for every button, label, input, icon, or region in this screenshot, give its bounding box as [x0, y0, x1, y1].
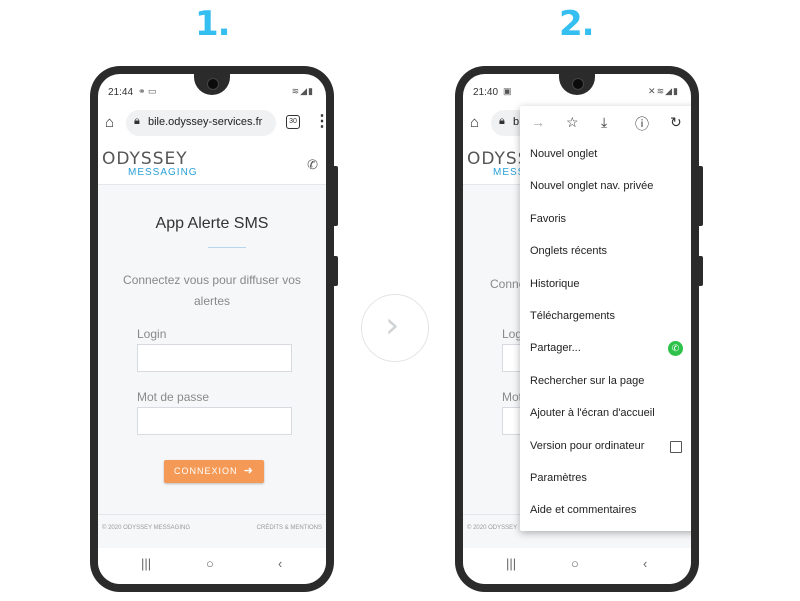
site-logo-sub: MESSAGING — [128, 167, 198, 178]
camera-icon — [207, 78, 219, 90]
star-icon[interactable]: ☆ — [566, 114, 579, 131]
menu-item-help[interactable]: Aide et commentaires — [530, 504, 636, 516]
url-text: bile.odyssey-services.fr — [148, 116, 263, 128]
phone-1-screen: 21:44 ⚭ ▭ ≋◢▮ ⌂ 🔒︎ bile.odyssey-services… — [98, 74, 326, 584]
status-icons: ▣ — [503, 86, 512, 96]
volume-button — [699, 256, 703, 286]
phone-1: 21:44 ⚭ ▭ ≋◢▮ ⌂ 🔒︎ bile.odyssey-services… — [90, 66, 338, 592]
android-nav-bar: ||| ○ ‹ — [98, 548, 326, 584]
site-logo[interactable]: ODYSSEY — [102, 149, 188, 169]
desktop-site-checkbox[interactable] — [670, 441, 682, 453]
tab-switcher-button[interactable]: 30 — [286, 115, 300, 129]
refresh-icon[interactable]: ↻ — [670, 114, 682, 131]
url-text: b — [513, 116, 520, 128]
camera-icon — [572, 78, 584, 90]
recent-apps-icon[interactable]: ||| — [506, 556, 516, 571]
address-bar[interactable]: 🔒︎ bile.odyssey-services.fr — [126, 110, 276, 136]
connexion-button[interactable]: CONNEXION ➜ — [164, 460, 264, 483]
sign-in-icon: ➜ — [243, 465, 254, 477]
menu-item-incognito-tab[interactable]: Nouvel onglet nav. privée — [530, 180, 653, 192]
power-button — [699, 166, 703, 226]
menu-item-history[interactable]: Historique — [530, 278, 580, 290]
site-header: ODYSSEY MESSAGING ✆ — [98, 144, 326, 185]
home-icon[interactable]: ⌂ — [105, 114, 114, 131]
login-panel: App Alerte SMS Connectez vous pour diffu… — [98, 185, 326, 514]
status-time: 21:44 — [108, 87, 134, 98]
volume-button — [334, 256, 338, 286]
back-icon[interactable]: ‹ — [643, 556, 647, 571]
menu-item-add-to-home[interactable]: Ajouter à l'écran d'accueil — [530, 407, 655, 419]
back-icon[interactable]: ‹ — [278, 556, 282, 571]
phone-2: 21:40 ▣ ✕≋◢▮ ⌂ 🔒︎ b ODYSSEY MESS Conne L… — [455, 66, 703, 592]
signal-battery-icons: ✕≋◢▮ — [648, 86, 679, 96]
connexion-label: CONNEXION — [174, 466, 238, 476]
menu-item-recent-tabs[interactable]: Onglets récents — [530, 245, 607, 257]
info-icon[interactable]: ⓘ — [635, 114, 649, 134]
home-nav-icon[interactable]: ○ — [571, 556, 579, 571]
menu-item-find-in-page[interactable]: Rechercher sur la page — [530, 375, 644, 387]
more-vert-icon[interactable]: ⋮ — [314, 111, 326, 131]
title-divider — [208, 247, 246, 248]
home-nav-icon[interactable]: ○ — [206, 556, 214, 571]
step-number-2: 2. — [559, 4, 595, 44]
signal-battery-icons: ≋◢▮ — [291, 86, 314, 96]
menu-item-downloads[interactable]: Téléchargements — [530, 310, 615, 322]
password-input[interactable] — [137, 407, 292, 435]
power-button — [334, 166, 338, 226]
browser-toolbar: ⌂ 🔒︎ bile.odyssey-services.fr 30 ⋮ — [98, 106, 326, 142]
menu-item-settings[interactable]: Paramètres — [530, 472, 587, 484]
menu-item-share[interactable]: Partager... — [530, 342, 581, 354]
lock-icon: 🔒︎ — [134, 115, 140, 127]
footer-credits-link[interactable]: CRÉDITS & MENTIONS — [257, 525, 322, 531]
chevron-right-icon: › — [385, 305, 400, 346]
site-footer: © 2020 ODYSSEY MESSAGING CRÉDITS & MENTI… — [98, 514, 326, 549]
android-nav-bar: ||| ○ ‹ — [463, 548, 691, 584]
footer-copyright: © 2020 ODYSSEY — [467, 525, 518, 531]
menu-icon-row: → ☆ ⤓ ⓘ ↻ — [520, 106, 691, 142]
recent-apps-icon[interactable]: ||| — [141, 556, 151, 571]
login-label: Login — [137, 327, 167, 341]
download-icon[interactable]: ⤓ — [601, 114, 607, 131]
status-time: 21:40 — [473, 87, 499, 98]
page-title: App Alerte SMS — [155, 215, 269, 232]
step-number-1: 1. — [195, 4, 231, 44]
browser-menu: → ☆ ⤓ ⓘ ↻ Nouvel onglet Nouvel onglet na… — [520, 106, 691, 531]
footer-copyright: © 2020 ODYSSEY MESSAGING — [102, 525, 191, 531]
phone-icon[interactable]: ✆ — [307, 157, 318, 173]
login-description: Connectez vous pour diffuser vos alertes — [123, 273, 301, 308]
home-icon[interactable]: ⌂ — [470, 114, 479, 131]
next-step-arrow: › — [361, 294, 429, 362]
phone-2-screen: 21:40 ▣ ✕≋◢▮ ⌂ 🔒︎ b ODYSSEY MESS Conne L… — [463, 74, 691, 584]
lock-icon: 🔒︎ — [499, 115, 505, 127]
menu-item-bookmarks[interactable]: Favoris — [530, 213, 566, 225]
login-input[interactable] — [137, 344, 292, 372]
menu-item-new-tab[interactable]: Nouvel onglet — [530, 148, 597, 160]
whatsapp-icon[interactable]: ✆ — [668, 341, 683, 356]
password-label: Mot — [502, 390, 523, 404]
status-icons: ⚭ ▭ — [138, 86, 157, 96]
forward-icon[interactable]: → — [531, 114, 545, 130]
password-label: Mot de passe — [137, 390, 210, 404]
menu-item-desktop-site[interactable]: Version pour ordinateur — [530, 440, 644, 452]
